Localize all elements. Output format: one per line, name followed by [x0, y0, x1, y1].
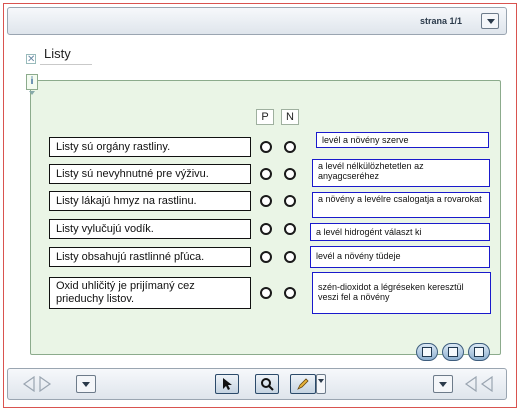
answer-5: levél a növény tüdeje	[310, 246, 490, 268]
statement-3: Listy lákajú hmyz na rastlinu.	[49, 191, 251, 211]
section-close-icon[interactable]: ✕	[26, 54, 36, 65]
section-title: Listy	[44, 46, 71, 61]
refresh-icon	[448, 347, 458, 357]
answer-3: a növény a levélre csalogatja a rovaroka…	[312, 192, 490, 218]
info-button[interactable]	[416, 343, 438, 361]
radio-p-1[interactable]	[260, 141, 272, 153]
radio-p-2[interactable]	[260, 168, 272, 180]
statement-5: Listy obsahujú rastlinné pľúca.	[49, 247, 251, 267]
radio-p-4[interactable]	[260, 223, 272, 235]
back-arrow-icon	[480, 376, 493, 392]
pencil-tool-button[interactable]	[290, 374, 316, 394]
pencil-icon	[297, 378, 309, 390]
radio-n-5[interactable]	[284, 251, 296, 263]
radio-p-3[interactable]	[260, 195, 272, 207]
statement-4: Listy vylučujú vodík.	[49, 219, 251, 239]
radio-p-5[interactable]	[260, 251, 272, 263]
answer-4: a levél hidrogént választ ki	[310, 223, 490, 241]
statement-1: Listy sú orgány rastliny.	[49, 137, 251, 157]
next-arrow-icon	[39, 376, 52, 392]
nav-prev-next-left	[22, 376, 52, 392]
radio-p-6[interactable]	[260, 287, 272, 299]
pencil-options-dropdown[interactable]	[316, 374, 326, 394]
radio-n-3[interactable]	[284, 195, 296, 207]
prev-arrow-icon	[22, 376, 35, 392]
pointer-icon	[223, 378, 232, 390]
statement-2: Listy sú nevyhnutné pre výživu.	[49, 164, 251, 184]
search-icon	[261, 378, 274, 391]
check-button[interactable]	[468, 343, 490, 361]
answer-1: levél a növény szerve	[316, 132, 489, 148]
right-dropdown-button[interactable]	[433, 375, 453, 393]
page-indicator: strana 1/1	[419, 16, 462, 26]
radio-n-4[interactable]	[284, 223, 296, 235]
check-icon	[474, 347, 484, 357]
refresh-button[interactable]	[442, 343, 464, 361]
info-arrow-icon	[29, 91, 35, 95]
prev-page-arrow-icon	[464, 376, 477, 392]
radio-n-2[interactable]	[284, 168, 296, 180]
info-icon[interactable]: i	[26, 74, 38, 90]
chevron-down-icon	[318, 379, 324, 383]
section-divider	[40, 64, 92, 65]
top-toolbar: strana 1/1	[7, 7, 507, 35]
pointer-tool-button[interactable]	[215, 374, 239, 394]
info-doc-icon	[422, 347, 432, 357]
radio-n-6[interactable]	[284, 287, 296, 299]
page-dropdown-button[interactable]	[481, 13, 499, 29]
statement-6: Oxid uhličitý je prijímaný cez prieduchy…	[49, 277, 251, 309]
column-header-n: N	[281, 109, 299, 125]
column-header-p: P	[256, 109, 274, 125]
answer-2: a levél nélkülözhetetlen az anyagcseréhe…	[312, 159, 490, 187]
nav-prev-next-right	[464, 376, 493, 392]
answer-6: szén-dioxidot a légréseken keresztül ves…	[312, 272, 491, 314]
left-dropdown-button[interactable]	[76, 375, 96, 393]
radio-n-1[interactable]	[284, 141, 296, 153]
search-tool-button[interactable]	[255, 374, 279, 394]
